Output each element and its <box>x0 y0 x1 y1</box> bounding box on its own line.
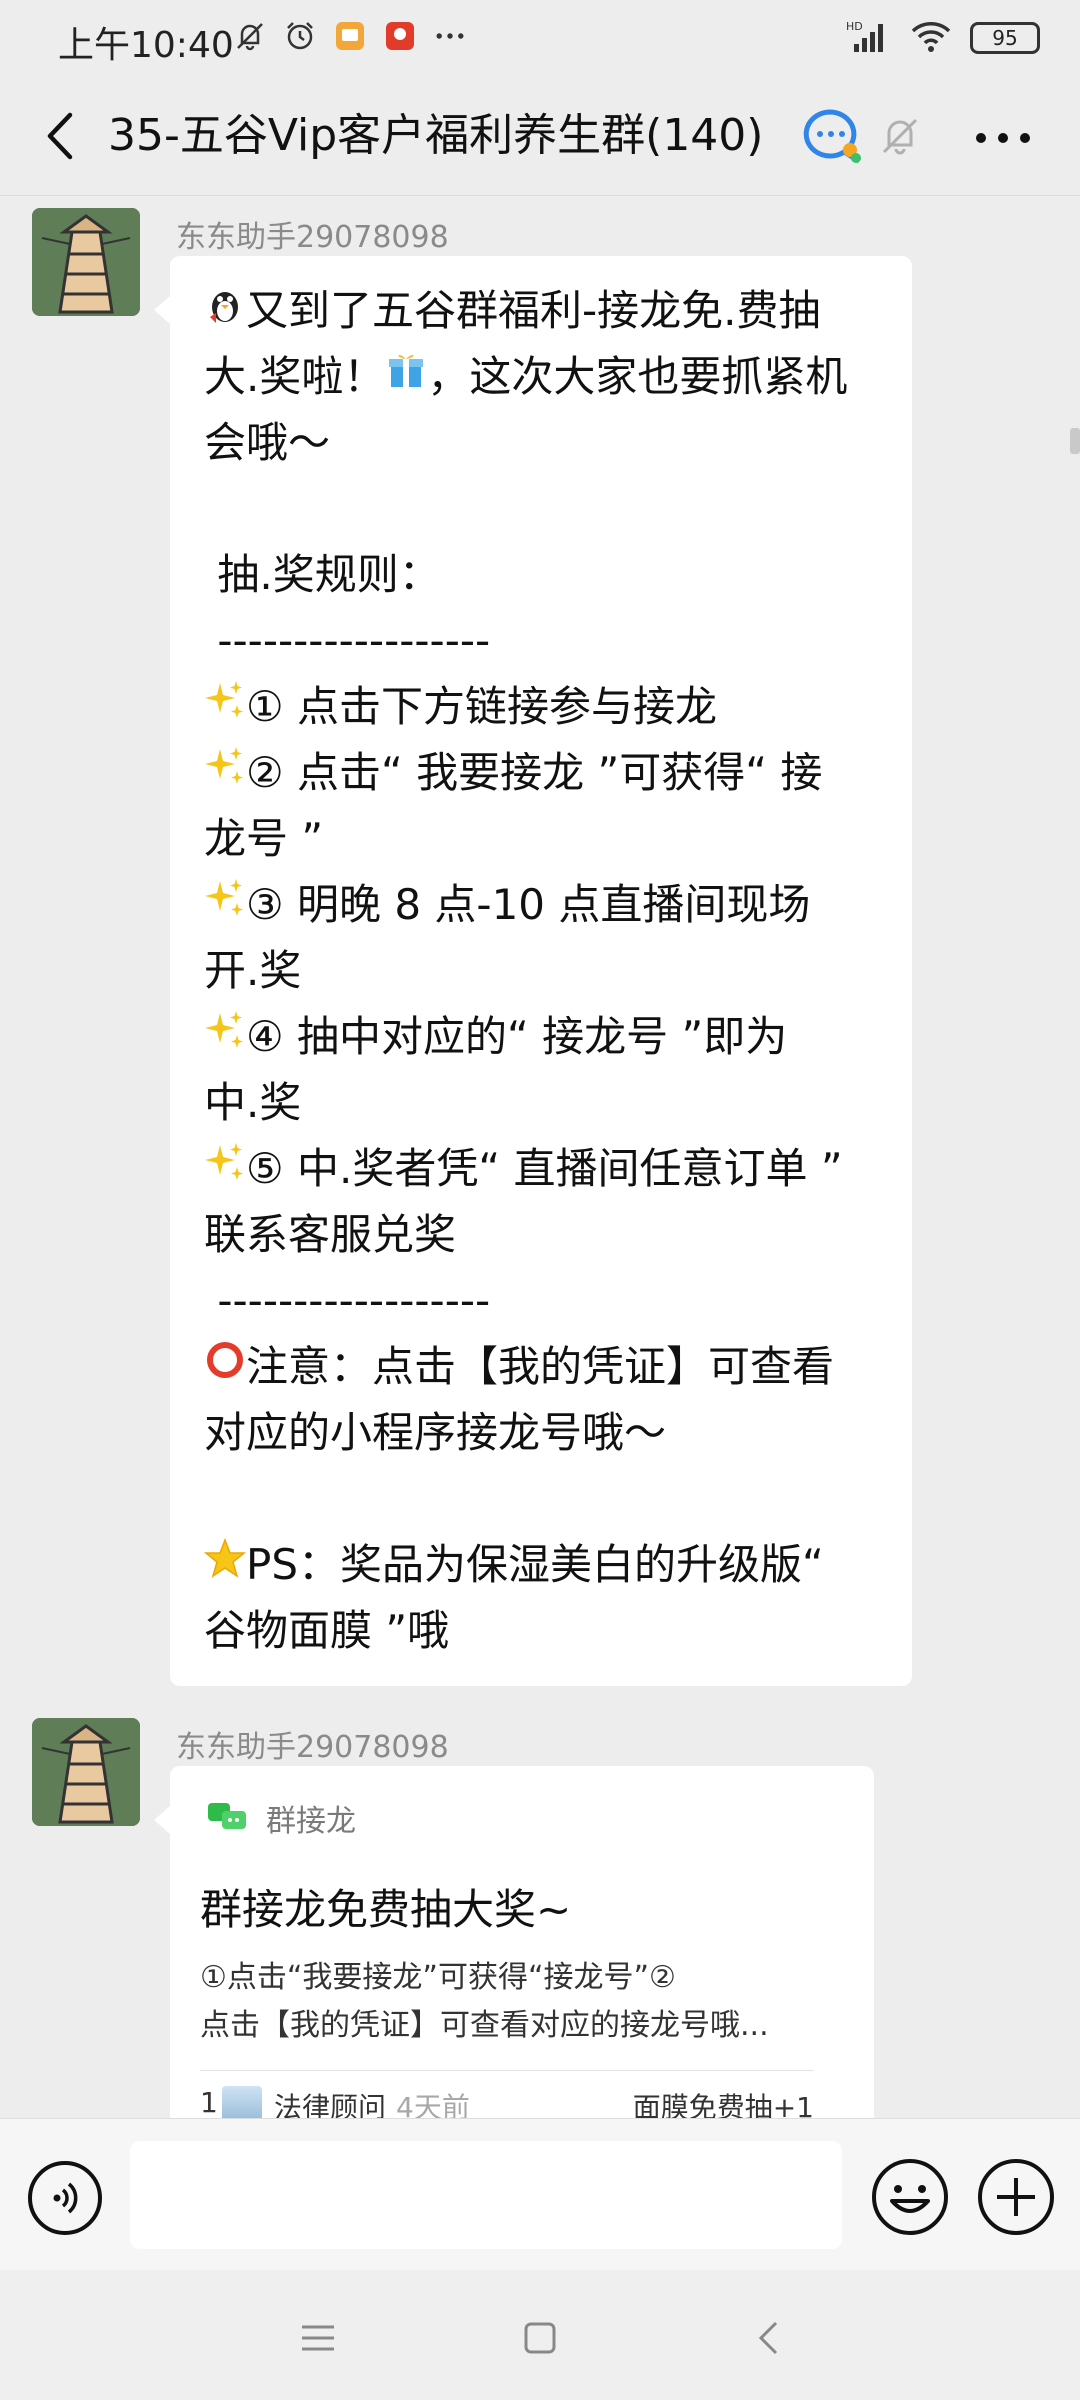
status-bar: 上午10:40 HD 95 <box>0 0 1080 78</box>
emoji-icon <box>890 2185 930 2213</box>
penguin-emoji-icon <box>204 278 246 344</box>
more-notifications-icon <box>432 18 468 54</box>
battery-icon: 95 <box>970 22 1040 54</box>
home-button[interactable] <box>510 2308 570 2368</box>
gift-emoji-icon <box>385 344 427 410</box>
avatar[interactable] <box>32 1718 140 1826</box>
message-bubble[interactable]: 又到了五谷群福利-接龙免.费抽 大.奖啦！ ，这次大家也要抓紧机 会哦～ 抽.奖规… <box>170 256 912 1686</box>
voice-icon <box>53 2182 78 2214</box>
card-title: 群接龙免费抽大奖~ <box>200 1885 572 1934</box>
recent-apps-button[interactable] <box>288 2308 348 2368</box>
card-description: ①点击“我要接龙”可获得“接龙号”② 点击【我的凭证】可查看对应的接龙号哦... <box>200 1960 769 2043</box>
voice-button[interactable] <box>28 2161 102 2235</box>
star-emoji-icon <box>203 1532 247 1598</box>
red-circle-emoji-icon <box>204 1334 246 1400</box>
more-button[interactable] <box>966 108 1040 168</box>
sparkles-emoji-icon <box>204 740 246 806</box>
card-app-name: 群接龙 <box>266 1804 356 1839</box>
sender-name: 东东助手29078098 <box>176 220 449 255</box>
notification-muted-icon <box>232 18 268 54</box>
group-chain-app-icon <box>206 1799 248 1837</box>
sparkles-emoji-icon <box>204 674 246 740</box>
more-functions-button[interactable] <box>978 2159 1054 2235</box>
more-icon <box>976 133 1030 143</box>
group-badge-icon <box>800 106 864 166</box>
mini-program-card[interactable]: 群接龙 群接龙免费抽大奖~ ①点击“我要接龙”可获得“接龙号”② 点击【我的凭证… <box>170 1766 874 2166</box>
back-icon <box>47 112 73 160</box>
sparkles-emoji-icon <box>204 872 246 938</box>
wifi-icon <box>910 19 952 57</box>
emoji-button[interactable] <box>872 2159 948 2235</box>
system-navigation-bar <box>0 2270 1080 2400</box>
sparkles-emoji-icon <box>204 1004 246 1070</box>
message-text: 又到了五谷群福利-接龙免.费抽 大.奖啦！ ，这次大家也要抓紧机 会哦～ 抽.奖规… <box>203 278 884 1664</box>
status-time: 上午10:40 <box>58 25 234 66</box>
avatar[interactable] <box>32 208 140 316</box>
chat-header: 35-五谷Vip客户福利养生群(140) <box>0 78 1080 196</box>
chat-title: 35-五谷Vip客户福利养生群(140) <box>108 110 764 161</box>
alarm-icon <box>282 18 318 54</box>
message-input[interactable] <box>130 2141 842 2249</box>
app-notification-icon <box>332 18 368 54</box>
system-back-button[interactable] <box>738 2308 798 2368</box>
back-nav-icon <box>758 2321 778 2355</box>
menu-nav-icon <box>302 2325 334 2351</box>
svg-text:HD: HD <box>846 20 863 33</box>
app-notification-red-icon <box>382 18 418 54</box>
sender-name: 东东助手29078098 <box>176 1730 449 1765</box>
mute-icon <box>876 112 924 160</box>
input-bar <box>0 2118 1080 2270</box>
sparkles-emoji-icon <box>204 1136 246 1202</box>
scroll-indicator[interactable] <box>1070 428 1080 454</box>
plus-icon <box>997 2178 1035 2216</box>
back-button[interactable] <box>28 104 92 168</box>
signal-icon: HD <box>846 18 892 58</box>
home-nav-icon <box>524 2322 556 2354</box>
